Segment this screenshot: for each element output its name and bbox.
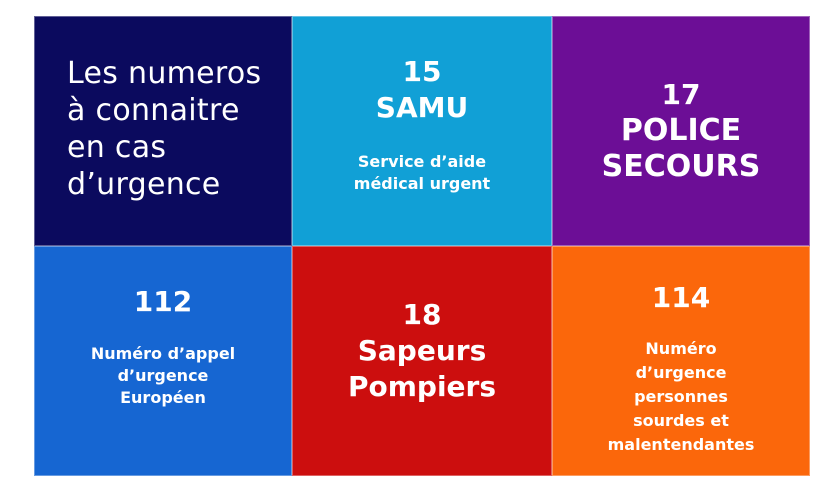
title-line-2: à connaitre [67, 93, 240, 128]
european-desc-line-1: Numéro d’appel [90, 344, 236, 363]
pompiers-name-line-1: Sapeurs [357, 334, 487, 367]
deaf-desc-line-3: personnes [634, 387, 728, 406]
pompiers-number: 18 [402, 298, 442, 331]
european-number: 112 [133, 285, 193, 318]
samu-desc-line-1: Service d’aide [357, 152, 487, 171]
emergency-numbers-grid: Les numeros à connaitre en cas d’urgence… [34, 16, 810, 476]
samu-description: Service d’aide médical urgent [354, 151, 490, 195]
police-name-line-2: SECOURS [601, 149, 761, 184]
deaf-description: Numéro d’urgence personnes sourdes et ma… [608, 337, 755, 457]
samu-tile: 15 SAMU Service d’aide médical urgent [292, 16, 552, 246]
samu-number: 15 [402, 55, 442, 88]
title-line-1: Les numeros [67, 56, 262, 91]
european-emergency-tile: 112 Numéro d’appel d’urgence Européen [34, 246, 292, 476]
title-line-4: d’urgence [67, 167, 221, 202]
deaf-desc-line-2: d’urgence [635, 363, 727, 382]
pompiers-name-line-2: Pompiers [347, 370, 497, 403]
samu-desc-line-2: médical urgent [353, 174, 491, 193]
deaf-emergency-tile: 114 Numéro d’urgence personnes sourdes e… [552, 246, 810, 476]
title-line-3: en cas [67, 130, 167, 165]
deaf-desc-line-5: malentendantes [607, 435, 755, 454]
european-desc-line-3: Européen [120, 388, 206, 407]
pompiers-tile: 18 Sapeurs Pompiers [292, 246, 552, 476]
samu-name: SAMU [375, 91, 469, 124]
police-name-line-1: POLICE [620, 113, 742, 148]
title-tile: Les numeros à connaitre en cas d’urgence [34, 16, 292, 246]
police-tile: 17 POLICE SECOURS [552, 16, 810, 246]
european-description: Numéro d’appel d’urgence Européen [91, 343, 235, 409]
deaf-desc-line-1: Numéro [645, 339, 717, 358]
deaf-number: 114 [651, 281, 711, 314]
deaf-desc-line-4: sourdes et [633, 411, 729, 430]
police-number: 17 [661, 78, 701, 111]
european-desc-line-2: d’urgence [117, 366, 209, 385]
